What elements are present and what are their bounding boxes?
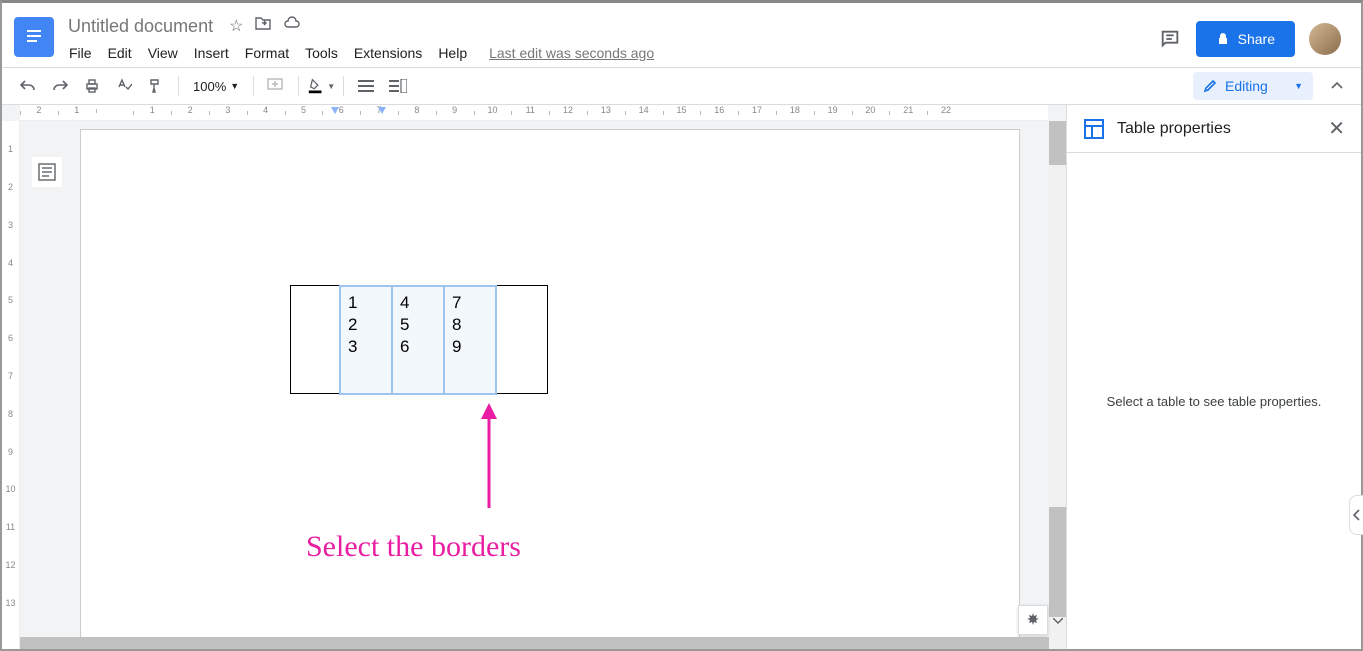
- chevron-down-icon: ▼: [230, 81, 239, 91]
- docs-logo-icon[interactable]: [14, 17, 54, 57]
- annotation-arrow-icon: [481, 403, 511, 513]
- menu-format[interactable]: Format: [238, 41, 296, 65]
- side-panel-title: Table properties: [1117, 120, 1316, 138]
- spellcheck-button[interactable]: [110, 72, 138, 100]
- toolbar: 100% ▼ ▼ Editing ▼: [2, 67, 1361, 105]
- table-icon: [1083, 118, 1105, 140]
- document-page[interactable]: 123456789 Select the borders: [80, 129, 1020, 649]
- menu-file[interactable]: File: [62, 41, 99, 65]
- table-cell[interactable]: [496, 286, 548, 394]
- table-properties-panel: Table properties ✕ Select a table to see…: [1066, 105, 1361, 649]
- share-button[interactable]: Share: [1196, 21, 1295, 57]
- menu-edit[interactable]: Edit: [101, 41, 139, 65]
- editing-mode-label: Editing: [1225, 78, 1268, 94]
- paint-format-button[interactable]: [142, 72, 170, 100]
- horizontal-scrollbar[interactable]: [20, 637, 1049, 649]
- add-comment-button[interactable]: [262, 72, 290, 100]
- app-header: Untitled document ☆ File Edit View Inser…: [2, 3, 1361, 67]
- table-rows-button[interactable]: [352, 72, 380, 100]
- vertical-ruler[interactable]: 12345678910111213: [2, 121, 20, 649]
- indent-marker-right[interactable]: [378, 106, 386, 117]
- annotation-text: Select the borders: [306, 530, 521, 564]
- table-cell[interactable]: [291, 286, 340, 394]
- indent-marker-left[interactable]: [331, 106, 339, 117]
- account-avatar[interactable]: [1309, 23, 1341, 55]
- menu-tools[interactable]: Tools: [298, 41, 345, 65]
- menu-view[interactable]: View: [141, 41, 185, 65]
- comment-history-icon[interactable]: [1158, 27, 1182, 51]
- collapse-toolbar-button[interactable]: [1325, 72, 1349, 100]
- print-button[interactable]: [78, 72, 106, 100]
- share-label: Share: [1238, 31, 1275, 47]
- explore-button[interactable]: [1018, 605, 1048, 635]
- highlight-color-button[interactable]: ▼: [307, 72, 335, 100]
- zoom-value: 100%: [193, 79, 226, 94]
- last-edit-link[interactable]: Last edit was seconds ago: [482, 41, 661, 65]
- menu-bar: File Edit View Insert Format Tools Exten…: [62, 41, 1158, 65]
- move-icon[interactable]: [255, 16, 271, 36]
- side-panel-expand-tab[interactable]: [1349, 495, 1363, 535]
- document-title[interactable]: Untitled document: [62, 14, 219, 39]
- document-area: 2112345678910111213141516171819202122 12…: [2, 105, 1066, 649]
- pencil-icon: [1203, 79, 1217, 93]
- editing-mode-dropdown[interactable]: Editing ▼: [1193, 72, 1313, 100]
- title-area: Untitled document ☆ File Edit View Inser…: [62, 14, 1158, 65]
- menu-help[interactable]: Help: [431, 41, 474, 65]
- document-table[interactable]: 123456789: [290, 285, 548, 394]
- scroll-down-arrow[interactable]: [1051, 607, 1065, 635]
- table-cell[interactable]: 456: [392, 286, 444, 394]
- table-cell[interactable]: 789: [444, 286, 496, 394]
- lock-icon: [1216, 32, 1230, 46]
- menu-insert[interactable]: Insert: [187, 41, 236, 65]
- zoom-dropdown[interactable]: 100% ▼: [187, 79, 245, 94]
- star-icon[interactable]: ☆: [229, 16, 243, 36]
- vertical-scrollbar[interactable]: [1049, 121, 1066, 649]
- cloud-status-icon[interactable]: [283, 16, 301, 36]
- menu-extensions[interactable]: Extensions: [347, 41, 429, 65]
- table-options-button[interactable]: [384, 72, 412, 100]
- horizontal-ruler[interactable]: 2112345678910111213141516171819202122: [20, 105, 1048, 121]
- side-panel-message: Select a table to see table properties.: [1107, 394, 1322, 409]
- outline-toggle-button[interactable]: [32, 157, 62, 187]
- chevron-down-icon: ▼: [1294, 81, 1303, 91]
- undo-button[interactable]: [14, 72, 42, 100]
- table-cell[interactable]: 123: [340, 286, 392, 394]
- close-panel-button[interactable]: ✕: [1328, 116, 1345, 141]
- redo-button[interactable]: [46, 72, 74, 100]
